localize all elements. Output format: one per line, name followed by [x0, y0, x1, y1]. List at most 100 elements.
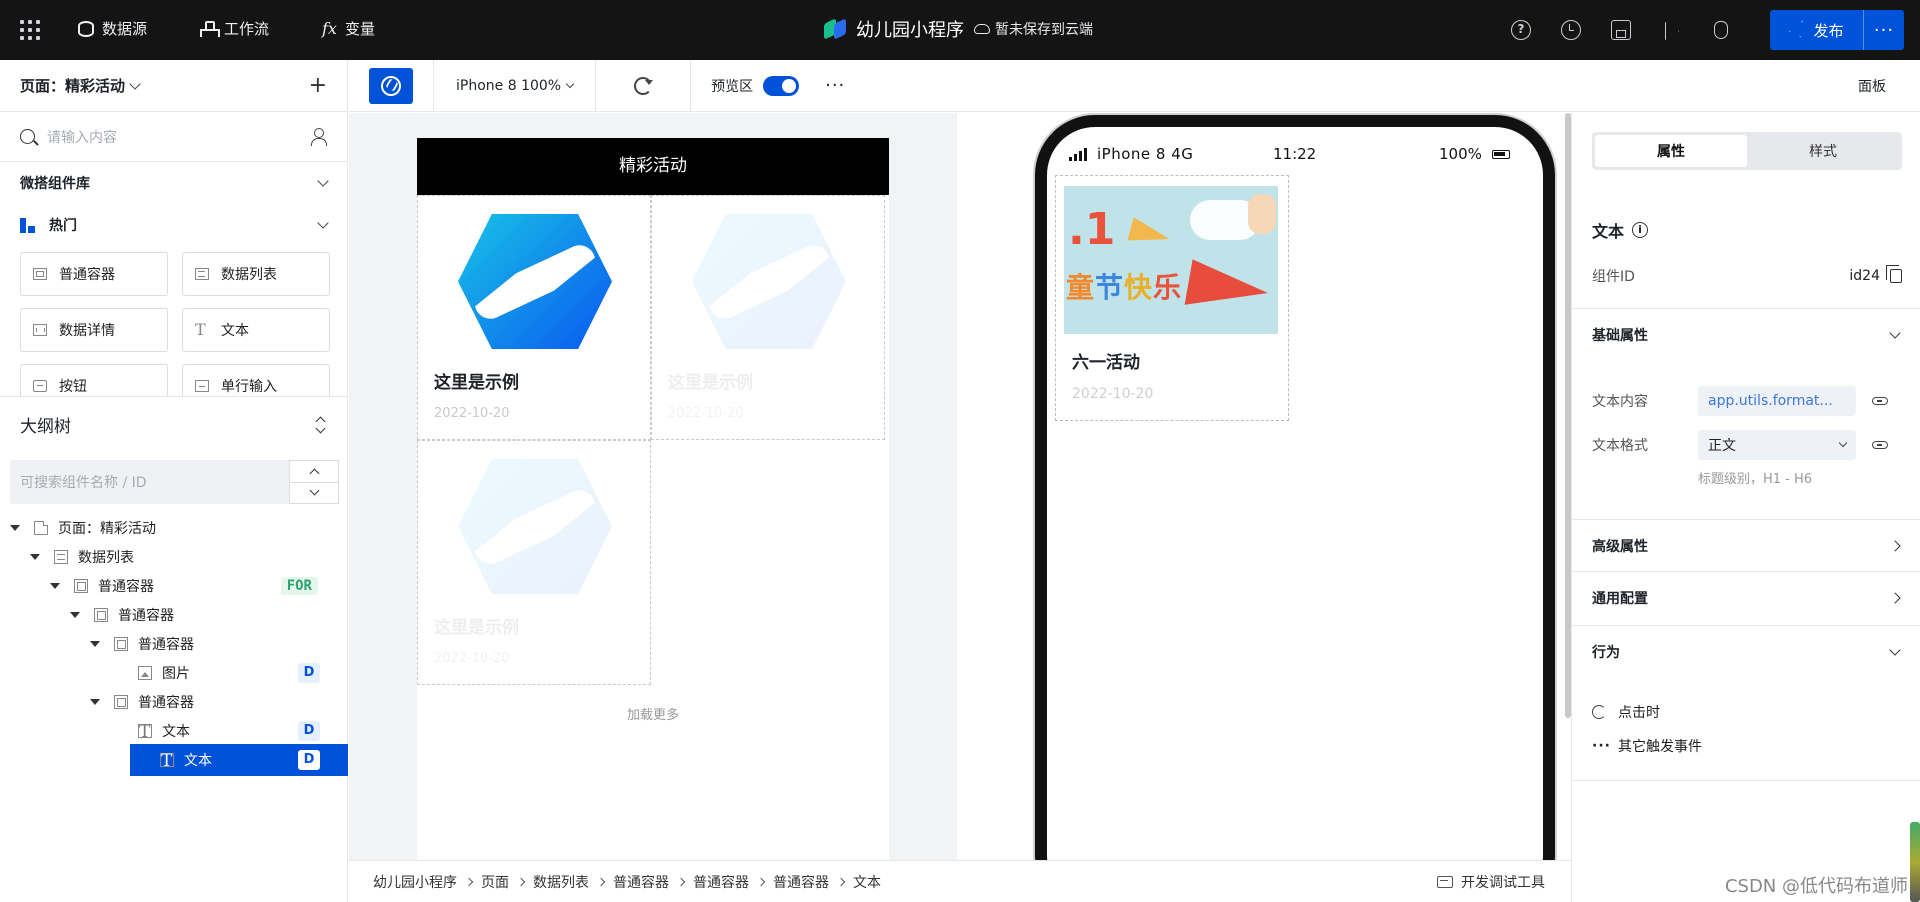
phone-preview: iPhone 8 4G 11:22 100% .1 童节快乐 六一活动 2022… — [1035, 115, 1555, 860]
tap-icon — [1592, 705, 1606, 719]
text-content-field[interactable]: app.utils.format... — [1698, 386, 1856, 416]
publish-button[interactable]: 发布 ··· — [1770, 10, 1904, 50]
outline-search-input[interactable]: 可搜索组件名称 / ID — [10, 460, 289, 504]
library-header[interactable]: 微搭组件库 — [0, 162, 347, 204]
hot-category[interactable]: 热门 — [0, 204, 347, 246]
tree-node[interactable]: 普通容器 FOR — [0, 570, 348, 602]
tree-node[interactable]: 普通容器 — [0, 628, 348, 660]
tree-node[interactable]: 普通容器 — [0, 686, 348, 718]
nav-variables[interactable]: fx 变量 — [322, 18, 375, 39]
publish-main[interactable]: 发布 — [1770, 10, 1864, 50]
component-container[interactable]: 普通容器 — [20, 252, 168, 296]
component-search-input[interactable]: 请输入内容 — [47, 127, 299, 147]
caret-down-icon[interactable] — [50, 583, 60, 589]
behavior-on-tap[interactable]: 点击时 — [1592, 702, 1660, 722]
component-text[interactable]: T 文本 — [182, 308, 330, 352]
breadcrumb-item[interactable]: 普通容器 — [693, 872, 749, 892]
tree-node[interactable]: 图片 D — [0, 657, 348, 689]
help-icon[interactable]: ? — [1511, 20, 1531, 40]
list-item-card[interactable]: 这里是示例 2022-10-20 — [417, 440, 651, 685]
panel-button[interactable]: 面板 — [1858, 76, 1886, 96]
left-panel: 页面：精彩活动 + 请输入内容 微搭组件库 热门 普通容器 数据列表 数据详情 … — [0, 60, 348, 902]
load-more-link[interactable]: 加载更多 — [417, 704, 889, 723]
debug-icon[interactable] — [1714, 21, 1728, 39]
expand-collapse-icon[interactable] — [315, 417, 325, 433]
link-icon[interactable] — [1872, 441, 1888, 449]
save-icon[interactable] — [1611, 20, 1631, 40]
history-icon[interactable] — [1561, 20, 1581, 40]
chevron-right-icon — [1889, 592, 1901, 604]
caret-down-icon[interactable] — [90, 641, 100, 647]
user-components-icon[interactable] — [311, 127, 327, 146]
breadcrumb-item[interactable]: 普通容器 — [613, 872, 669, 892]
device-selector[interactable]: iPhone 8 100% — [434, 78, 595, 94]
section-common-header[interactable]: 通用配置 — [1572, 572, 1920, 624]
section-advanced-header[interactable]: 高级属性 — [1572, 520, 1920, 572]
publish-more-button[interactable]: ··· — [1864, 20, 1904, 41]
outline-prev-button[interactable] — [290, 461, 338, 482]
breadcrumb-item[interactable]: 幼儿园小程序 — [373, 872, 457, 892]
battery-icon — [1492, 150, 1510, 159]
text-icon: T — [160, 751, 174, 771]
miniprogram-mode-button[interactable] — [369, 67, 413, 104]
component-button[interactable]: 按钮 — [20, 364, 168, 396]
app-menu-grid-icon[interactable] — [20, 20, 40, 40]
chevron-right-icon — [756, 877, 766, 886]
carrier-text: iPhone 8 4G — [1097, 145, 1194, 163]
list-item-card[interactable]: 这里是示例 2022-10-20 — [417, 195, 651, 440]
chevron-down-icon — [1889, 327, 1901, 339]
tree-node[interactable]: 页面：精彩活动 — [0, 512, 348, 544]
properties-panel: 属性 样式 文本 i 组件ID id24 基础属性 文本内容 app.utils… — [1571, 112, 1920, 902]
preview-run-icon[interactable] — [1661, 20, 1681, 40]
caret-down-icon[interactable] — [10, 525, 20, 531]
outline-nav-arrows — [289, 460, 339, 504]
container-icon — [114, 637, 128, 651]
nav-datasource[interactable]: 数据源 — [78, 18, 147, 39]
send-icon — [1788, 20, 1808, 40]
caret-down-icon[interactable] — [70, 612, 80, 618]
devtools-button[interactable]: 开发调试工具 — [1437, 872, 1545, 892]
save-status-text: 暂未保存到云端 — [995, 22, 1093, 38]
breadcrumb-item[interactable]: 数据列表 — [533, 872, 589, 892]
caret-down-icon[interactable] — [90, 699, 100, 705]
breadcrumb: 幼儿园小程序 页面 数据列表 普通容器 普通容器 普通容器 文本 开发调试工具 — [349, 860, 1571, 902]
link-icon[interactable] — [1872, 397, 1888, 405]
breadcrumb-item[interactable]: 普通容器 — [773, 872, 829, 892]
outline-header[interactable]: 大纲树 — [0, 396, 347, 452]
page-header[interactable]: 精彩活动 — [417, 138, 889, 195]
nav-workflow[interactable]: 工作流 — [200, 18, 269, 39]
text-format-select[interactable]: 正文 — [1698, 430, 1856, 460]
page-selector[interactable]: 页面：精彩活动 + — [0, 60, 347, 112]
info-icon[interactable]: i — [1632, 222, 1649, 238]
tree-node[interactable]: 数据列表 — [0, 541, 348, 573]
caret-down-icon[interactable] — [30, 554, 40, 560]
tree-node[interactable]: 普通容器 — [0, 599, 348, 631]
more-button[interactable]: ··· — [825, 75, 845, 96]
nav-variables-label: 变量 — [344, 20, 375, 38]
section-advanced: 高级属性 — [1572, 519, 1920, 572]
list-item-card[interactable]: 这里是示例 2022-10-20 — [651, 195, 885, 440]
tree-node-selected[interactable]: T 文本 D — [130, 744, 348, 776]
cloud-icon — [974, 24, 990, 34]
refresh-icon[interactable] — [634, 76, 654, 95]
component-data-list[interactable]: 数据列表 — [182, 252, 330, 296]
add-page-button[interactable]: + — [309, 73, 327, 98]
preview-list-item[interactable]: .1 童节快乐 六一活动 2022-10-20 — [1055, 175, 1289, 421]
component-input[interactable]: 单行输入 — [182, 364, 330, 396]
section-title: 行为 — [1592, 645, 1620, 661]
tab-properties[interactable]: 属性 — [1595, 135, 1747, 167]
behavior-other-events[interactable]: ··· 其它触发事件 — [1592, 736, 1702, 756]
tab-styles[interactable]: 样式 — [1747, 135, 1899, 167]
app-name: 幼儿园小程序 — [856, 20, 964, 41]
section-basic-header[interactable]: 基础属性 — [1572, 309, 1920, 361]
copy-icon[interactable] — [1886, 265, 1902, 283]
breadcrumb-item[interactable]: 文本 — [853, 872, 881, 892]
tree-node[interactable]: T 文本 D — [0, 715, 348, 747]
section-behavior-header[interactable]: 行为 — [1572, 626, 1920, 678]
preview-toggle[interactable] — [763, 75, 800, 96]
preview-item-date: 2022-10-20 — [1072, 386, 1154, 402]
component-data-detail[interactable]: 数据详情 — [20, 308, 168, 352]
tree-node-label: 文本 — [162, 724, 190, 740]
outline-next-button[interactable] — [290, 481, 338, 504]
breadcrumb-item[interactable]: 页面 — [481, 872, 509, 892]
